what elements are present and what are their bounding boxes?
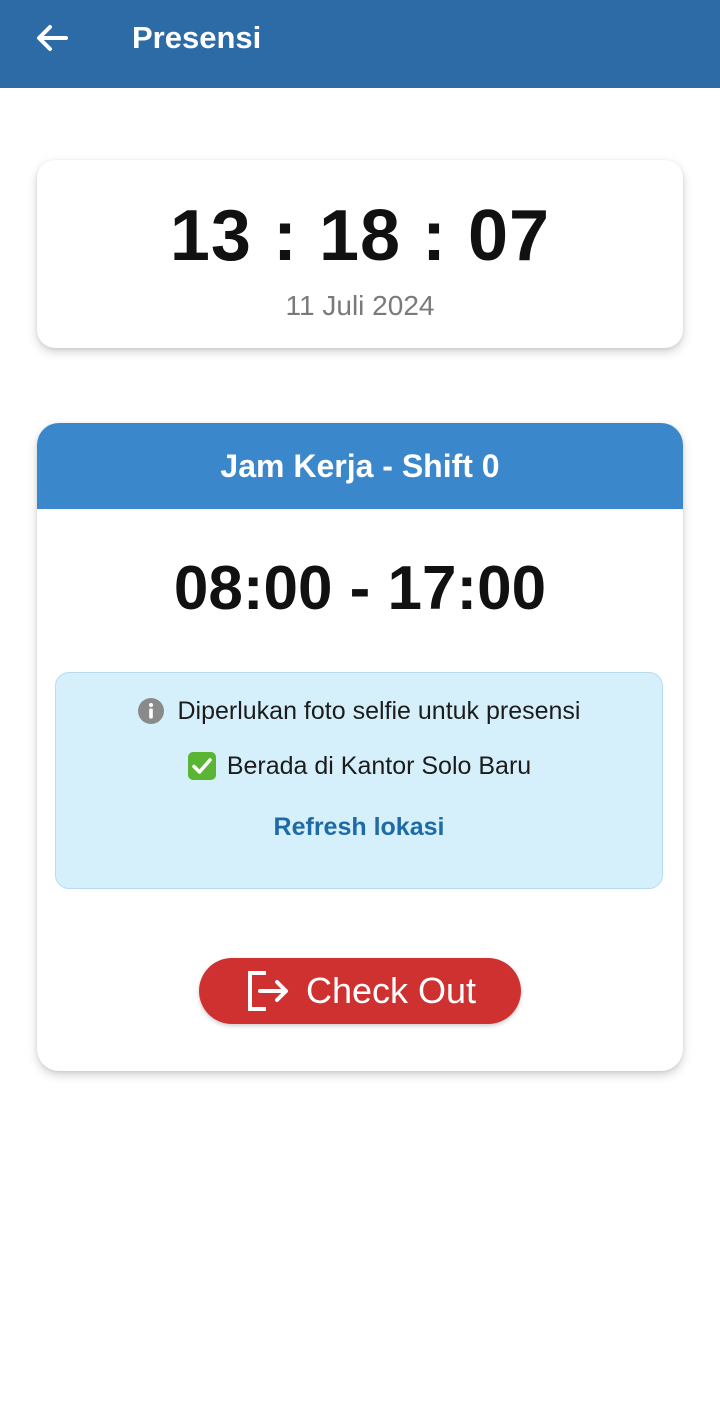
current-time: 13 : 18 : 07 [169,196,551,276]
refresh-location-link[interactable]: Refresh lokasi [56,810,662,844]
shift-header: Jam Kerja - Shift 0 [37,423,683,509]
selfie-requirement: Diperlukan foto selfie untuk presensi [56,694,662,728]
clock-card: 13 : 18 : 07 11 Juli 2024 [37,160,683,348]
check-out-label: Check Out [305,970,477,1011]
shift-hours: 08:00 - 17:00 [173,554,547,623]
logout-icon [244,968,292,1014]
arrow-left-icon [35,23,69,53]
check-mark-icon [187,751,217,781]
current-date: 11 Juli 2024 [285,290,435,321]
app-bar: Presensi [0,0,720,88]
attendance-info-box: Diperlukan foto selfie untuk presensi Be… [55,672,663,889]
location-status-text: Berada di Kantor Solo Baru [226,752,532,780]
page-title: Presensi [132,20,262,55]
location-status: Berada di Kantor Solo Baru [56,749,662,783]
back-button[interactable] [28,16,76,60]
info-icon [137,697,165,725]
selfie-requirement-text: Diperlukan foto selfie untuk presensi [177,697,581,725]
check-out-button[interactable]: Check Out [199,958,521,1024]
shift-card: Jam Kerja - Shift 0 08:00 - 17:00 Diperl… [37,423,683,1071]
